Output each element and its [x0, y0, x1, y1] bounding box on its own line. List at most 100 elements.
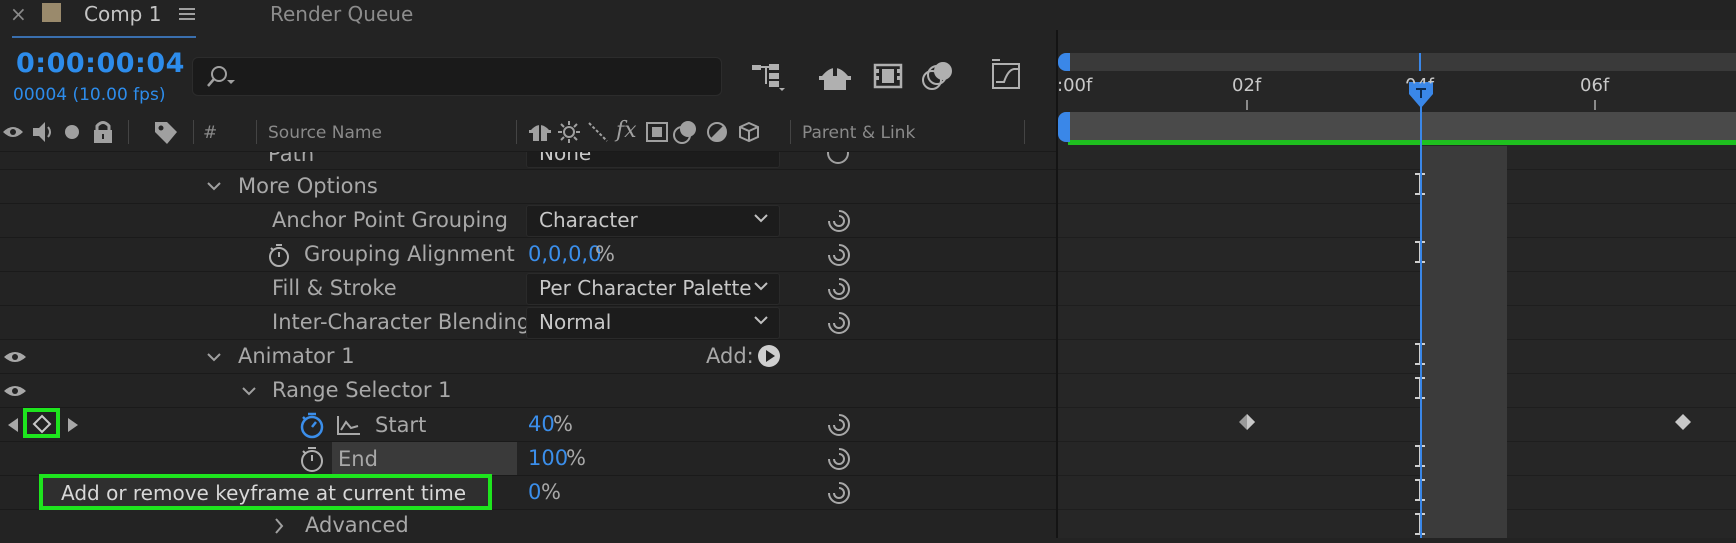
timeline-row: [1058, 271, 1736, 305]
pick-whip-icon[interactable]: [826, 276, 852, 302]
adjustment-layer-switch-icon[interactable]: [706, 121, 728, 143]
stopwatch-icon[interactable]: [267, 243, 291, 269]
ruler-tick: [1594, 100, 1596, 110]
grouping-alignment-unit: %: [595, 242, 615, 266]
graph-icon[interactable]: [336, 414, 362, 438]
start-value[interactable]: 40: [528, 412, 555, 436]
fill-stroke-label: Fill & Stroke: [272, 276, 397, 300]
parent-link-header[interactable]: Parent & Link: [802, 123, 915, 143]
path-dropdown[interactable]: None: [526, 152, 780, 168]
chevron-down-icon[interactable]: [206, 180, 222, 192]
previous-keyframe-icon[interactable]: [6, 416, 20, 434]
navigator-start-handle[interactable]: [1058, 53, 1070, 71]
timeline-row: [1058, 441, 1736, 475]
chevron-down-icon[interactable]: [206, 351, 222, 363]
advanced-label: Advanced: [305, 513, 409, 537]
grouping-alignment-label: Grouping Alignment: [304, 242, 515, 266]
video-toggle-icon[interactable]: [2, 124, 24, 140]
range-selector-1-row: Range Selector 1: [0, 373, 1058, 407]
anchor-point-grouping-row: Anchor Point Grouping Character: [0, 203, 1058, 237]
playhead-handle[interactable]: [1407, 80, 1435, 110]
pick-whip-icon[interactable]: [826, 208, 852, 234]
offset-value[interactable]: 0: [528, 480, 541, 504]
motion-blur-switch-icon[interactable]: [672, 119, 698, 145]
column-divider: [128, 120, 129, 144]
lock-toggle-icon[interactable]: [92, 120, 114, 144]
chevron-down-icon: [754, 282, 768, 291]
pick-whip-icon[interactable]: [825, 152, 851, 166]
animator-1-label: Animator 1: [238, 344, 355, 368]
work-area-start-handle[interactable]: [1058, 112, 1070, 142]
offset-unit: %: [541, 480, 561, 504]
fill-stroke-dropdown[interactable]: Per Character Palette: [526, 273, 780, 305]
tooltip: Add or remove keyframe at current time: [39, 474, 492, 510]
comp-color-swatch: [42, 3, 61, 22]
frame-blending-icon[interactable]: [872, 60, 904, 92]
3d-layer-switch-icon[interactable]: [738, 121, 760, 143]
chevron-right-icon[interactable]: [273, 517, 285, 535]
more-options-row: More Options: [0, 169, 1058, 203]
timeline-row: [1058, 407, 1736, 441]
tab-render-queue[interactable]: Render Queue: [270, 2, 413, 26]
timeline-row: [1058, 169, 1736, 203]
work-area-bar[interactable]: [1068, 112, 1736, 140]
pick-whip-icon[interactable]: [826, 412, 852, 438]
collapse-transform-icon[interactable]: [558, 121, 580, 143]
solo-toggle-icon[interactable]: [64, 124, 80, 140]
end-value[interactable]: 100: [528, 446, 568, 470]
frame-blend-switch-icon[interactable]: [645, 121, 669, 143]
motion-blur-icon[interactable]: [920, 60, 956, 92]
pick-whip-icon[interactable]: [826, 310, 852, 336]
timeline-row: [1058, 475, 1736, 509]
tab-bar: × Comp 1 Render Queue: [0, 0, 1736, 30]
eye-icon[interactable]: [3, 349, 27, 365]
eye-icon[interactable]: [3, 383, 27, 399]
anchor-point-grouping-value: Character: [539, 208, 638, 232]
ruler-label-06f: 06f: [1580, 75, 1610, 96]
stopwatch-icon[interactable]: [299, 446, 325, 474]
timeline-row: [1058, 237, 1736, 271]
navigator-playhead-marker: [1419, 53, 1421, 71]
quality-switch-icon[interactable]: [587, 121, 609, 143]
start-row: Start 40 %: [0, 407, 1058, 441]
effects-switch-icon[interactable]: fx: [616, 118, 637, 143]
anchor-point-grouping-dropdown[interactable]: Character: [526, 205, 780, 237]
stopwatch-active-icon[interactable]: [299, 412, 325, 440]
chevron-down-icon: [754, 316, 768, 325]
keyframe-diamond[interactable]: [1674, 413, 1692, 431]
inter-character-blending-dropdown[interactable]: Normal: [526, 307, 780, 339]
composition-flowchart-icon[interactable]: [751, 62, 787, 92]
time-ruler[interactable]: [1058, 74, 1736, 110]
current-time-display[interactable]: 0:00:00:04: [16, 48, 185, 79]
inter-character-blending-label: Inter-Character Blending: [272, 310, 531, 334]
pick-whip-icon[interactable]: [826, 480, 852, 506]
tooltip-text: Add or remove keyframe at current time: [61, 481, 467, 505]
grouping-alignment-value[interactable]: 0,0,0,0: [528, 242, 601, 266]
audio-toggle-icon[interactable]: [31, 120, 55, 144]
chevron-down-icon[interactable]: [241, 385, 257, 397]
close-tab-icon[interactable]: ×: [10, 2, 27, 26]
frame-fps-readout: 00004 (10.00 fps): [13, 85, 166, 105]
current-frame-band: [1421, 146, 1507, 538]
column-divider: [1024, 120, 1025, 144]
add-menu-play-icon[interactable]: [757, 344, 781, 368]
graph-editor-icon[interactable]: [990, 58, 1024, 92]
column-divider: [516, 120, 517, 144]
tab-comp-1[interactable]: Comp 1: [84, 2, 161, 26]
label-tag-icon[interactable]: [153, 120, 179, 146]
pick-whip-icon[interactable]: [826, 446, 852, 472]
range-selector-1-label: Range Selector 1: [272, 378, 452, 402]
shy-switch-icon[interactable]: [528, 120, 552, 144]
source-name-header[interactable]: Source Name: [268, 123, 382, 143]
pick-whip-icon[interactable]: [826, 242, 852, 268]
timeline-row: [1058, 373, 1736, 407]
timeline-row: [1058, 203, 1736, 237]
keyframe-diamond[interactable]: [1238, 413, 1256, 431]
panel-menu-icon[interactable]: [178, 6, 196, 22]
layer-number-header[interactable]: #: [203, 123, 217, 143]
search-input[interactable]: [192, 57, 722, 96]
search-icon: [207, 66, 235, 87]
next-keyframe-icon[interactable]: [66, 416, 80, 434]
draft-3d-icon[interactable]: [818, 62, 852, 92]
time-navigator-bar[interactable]: [1068, 53, 1736, 71]
